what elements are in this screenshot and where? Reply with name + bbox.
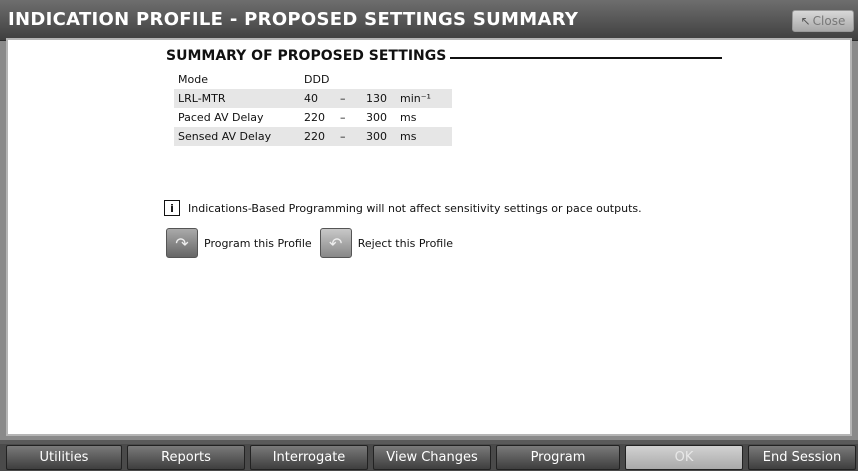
section-title: SUMMARY OF PROPOSED SETTINGS — [166, 48, 451, 64]
close-button[interactable]: ↖ Close — [792, 10, 854, 32]
reject-profile-icon[interactable]: ↶ — [319, 228, 352, 258]
reports-button[interactable]: Reports — [127, 445, 245, 470]
ok-button[interactable]: OK — [625, 445, 743, 470]
interrogate-button[interactable]: Interrogate — [250, 445, 368, 470]
setting-label: Paced AV Delay — [178, 111, 264, 124]
programming-note: i Indications-Based Programming will not… — [164, 200, 642, 216]
setting-unit: ms — [400, 111, 417, 124]
close-arrow-icon: ↖ — [800, 14, 811, 28]
info-icon: i — [164, 200, 180, 216]
window-title: INDICATION PROFILE - PROPOSED SETTINGS S… — [8, 9, 579, 30]
settings-row-sensed-av-delay: Sensed AV Delay 220 – 300 ms — [174, 127, 452, 146]
setting-value: 220 — [304, 111, 325, 124]
settings-row-lrl-mtr: LRL-MTR 40 – 130 min⁻¹ — [174, 89, 452, 108]
setting-separator: – — [336, 89, 362, 108]
setting-separator: – — [340, 111, 346, 124]
reject-profile-label: Reject this Profile — [357, 236, 454, 250]
section-divider — [428, 57, 722, 59]
setting-upper: 300 — [366, 111, 387, 124]
settings-row-mode: Mode DDD — [174, 70, 452, 89]
setting-separator — [336, 70, 362, 89]
program-profile-label: Program this Profile — [204, 236, 312, 250]
setting-label: Mode — [178, 73, 208, 86]
setting-value: DDD — [304, 73, 330, 86]
reject-profile-button[interactable]: ↶ Reject this Profile — [319, 228, 454, 258]
setting-separator: – — [336, 127, 362, 146]
profile-actions: ↷ Program this Profile ↶ Reject this Pro… — [166, 228, 461, 258]
setting-value: 220 — [300, 127, 336, 146]
settings-table: Mode DDD LRL-MTR 40 – 130 min⁻¹ Paced AV… — [174, 70, 452, 146]
program-profile-icon[interactable]: ↷ — [166, 228, 198, 258]
setting-label: Sensed AV Delay — [174, 127, 300, 146]
indication-profile-window: INDICATION PROFILE - PROPOSED SETTINGS S… — [0, 0, 858, 440]
setting-upper — [362, 70, 396, 89]
setting-upper: 300 — [362, 127, 396, 146]
note-text: Indications-Based Programming will not a… — [188, 201, 642, 215]
close-label: Close — [812, 14, 846, 28]
setting-unit: min⁻¹ — [396, 89, 452, 108]
setting-unit — [396, 70, 452, 89]
utilities-button[interactable]: Utilities — [6, 445, 122, 470]
setting-value: 40 — [300, 89, 336, 108]
setting-unit: ms — [396, 127, 452, 146]
setting-upper: 130 — [362, 89, 396, 108]
end-session-button[interactable]: End Session — [748, 445, 856, 470]
summary-panel: SUMMARY OF PROPOSED SETTINGS Mode DDD LR… — [6, 38, 852, 436]
setting-label: LRL-MTR — [174, 89, 300, 108]
program-button[interactable]: Program — [496, 445, 620, 470]
title-bar: INDICATION PROFILE - PROPOSED SETTINGS S… — [0, 0, 858, 41]
bottom-toolbar: Utilities Reports Interrogate View Chang… — [0, 444, 858, 471]
view-changes-button[interactable]: View Changes — [373, 445, 491, 470]
program-profile-button[interactable]: ↷ Program this Profile — [166, 228, 312, 258]
settings-row-paced-av-delay: Paced AV Delay 220 – 300 ms — [174, 108, 452, 127]
